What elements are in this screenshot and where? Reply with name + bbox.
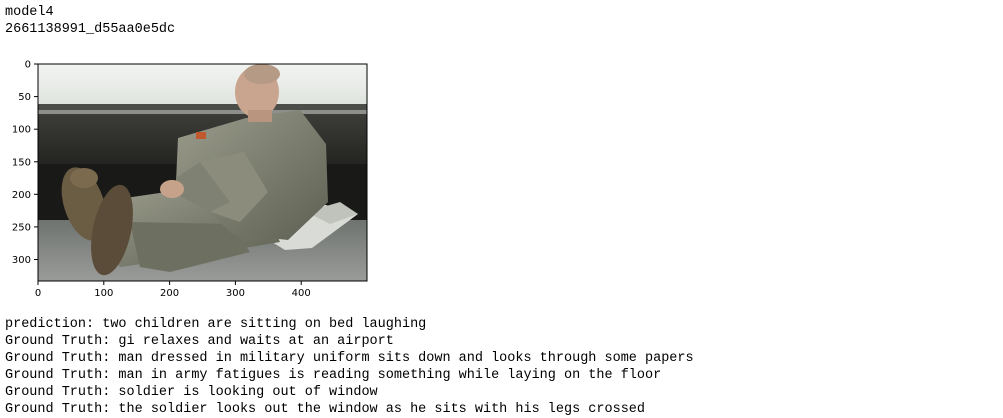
image-plot: 0 50 100 150 200 250 300 0 100 200 300 4… [12, 60, 368, 299]
x-tick-label: 200 [160, 288, 179, 299]
ground-truth-caption: Ground Truth: the soldier looks out the … [5, 402, 646, 417]
x-tick-label: 100 [94, 288, 113, 299]
ground-truth-caption: Ground Truth: man in army fatigues is re… [5, 368, 662, 383]
y-tick-label: 300 [12, 255, 31, 266]
ground-truth-caption: Ground Truth: man dressed in military un… [5, 351, 694, 366]
image-id-label: 2661138991_d55aa0e5dc [5, 22, 176, 37]
model-name-label: model4 [5, 5, 54, 20]
y-tick-label: 150 [12, 157, 31, 168]
x-axis: 0 100 200 300 400 [35, 281, 311, 299]
ground-truth-caption: Ground Truth: gi relaxes and waits at an… [5, 334, 394, 349]
y-tick-label: 0 [25, 60, 31, 71]
y-tick-label: 250 [12, 222, 31, 233]
x-tick-label: 400 [292, 288, 311, 299]
y-tick-label: 200 [12, 190, 31, 201]
ground-truth-caption: Ground Truth: soldier is looking out of … [5, 385, 378, 400]
y-axis: 0 50 100 150 200 250 300 [12, 60, 38, 266]
caption-list: prediction: two children are sitting on … [5, 316, 694, 418]
y-tick-label: 100 [12, 125, 31, 136]
soldier-photo [38, 64, 367, 281]
x-tick-label: 300 [226, 288, 245, 299]
y-tick-label: 50 [18, 92, 31, 103]
prediction-caption: prediction: two children are sitting on … [5, 317, 427, 332]
x-tick-label: 0 [35, 288, 41, 299]
